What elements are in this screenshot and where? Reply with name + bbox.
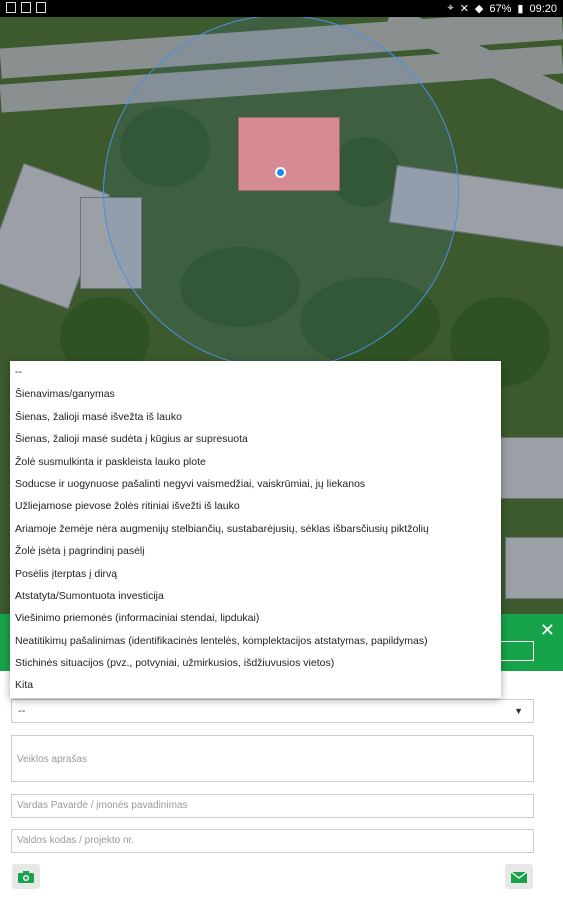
dropdown-option[interactable]: Žolė įsėta į pagrindinį pasėlį [10, 540, 501, 562]
dropdown-option[interactable]: Užliejamose pievose žolės ritiniai išvež… [10, 495, 501, 517]
dropdown-option[interactable]: Viešinimo priemonės (informaciniai stend… [10, 607, 501, 629]
dropdown-option[interactable]: Šienas, žalioji masė išvežta iš lauko [10, 406, 501, 428]
system-icons: ⌖ ✕ ◆ 67% ▮ 09:20 [447, 2, 557, 15]
camera-button[interactable] [12, 864, 40, 889]
dropdown-option[interactable]: Šienavimas/ganymas [10, 383, 501, 405]
dropdown-option[interactable]: Ariamoje žemėje nėra augmenijų stelbianč… [10, 518, 501, 540]
envelope-icon [510, 870, 528, 883]
close-icon[interactable]: ✕ [540, 620, 555, 641]
location-icon: ⌖ [447, 2, 454, 14]
wifi-icon: ◆ [474, 3, 484, 15]
dropdown-option[interactable]: Soducse ir uogynuose pašalinti negyvi va… [10, 473, 501, 495]
notification-icons [6, 2, 46, 13]
code-placeholder: Valdos kodas / projekto nr. [17, 835, 135, 846]
header-field [500, 641, 534, 661]
activity-select-value: -- [18, 705, 26, 717]
dropdown-option[interactable]: Neatitikimų pašalinimas (identifikacinės… [10, 630, 501, 652]
description-placeholder: Veiklos aprašas [17, 754, 88, 765]
code-input[interactable]: Valdos kodas / projekto nr. [11, 829, 534, 853]
mute-icon: ✕ [459, 3, 469, 15]
dropdown-option[interactable]: -- [10, 361, 501, 383]
dropdown-option[interactable]: Posėlis įterptas į dirvą [10, 563, 501, 585]
name-input[interactable]: Vardas Pavardė / įmonės pavadinimas [11, 794, 534, 818]
location-radius-circle [103, 17, 459, 369]
current-location-icon [275, 167, 286, 178]
building [505, 537, 563, 599]
building [500, 437, 563, 499]
activity-dropdown-list[interactable]: -- Šienavimas/ganymas Šienas, žalioji masė… [10, 361, 501, 698]
clock: 09:20 [529, 2, 557, 15]
dropdown-option[interactable]: Kita [10, 674, 501, 696]
camera-icon [18, 870, 34, 883]
dropdown-arrow-icon: ▼ [514, 706, 523, 716]
name-placeholder: Vardas Pavardė / įmonės pavadinimas [17, 800, 188, 811]
status-bar: ⌖ ✕ ◆ 67% ▮ 09:20 [0, 0, 563, 17]
dropdown-option[interactable]: Atstatyta/Sumontuota investicija [10, 585, 501, 607]
send-button[interactable] [505, 864, 533, 889]
battery-icon: ▮ [517, 3, 524, 15]
activity-select[interactable]: -- ▼ [11, 699, 534, 723]
dropdown-option[interactable]: Šienas, žalioji masė sudėta į kūgius ar … [10, 428, 501, 450]
download-icon [36, 2, 46, 13]
report-form: -- ▼ Veiklos aprašas Vardas Pavardė / įm… [0, 671, 563, 900]
play-icon [6, 2, 16, 13]
dropdown-option[interactable]: Stichinės situacijos (pvz., potvyniai, u… [10, 652, 501, 674]
dropdown-option[interactable]: Žolė susmulkinta ir paskleista lauko plo… [10, 451, 501, 473]
battery-percent: 67% [489, 2, 512, 15]
description-textarea[interactable]: Veiklos aprašas [11, 735, 534, 782]
image-icon [21, 2, 31, 13]
